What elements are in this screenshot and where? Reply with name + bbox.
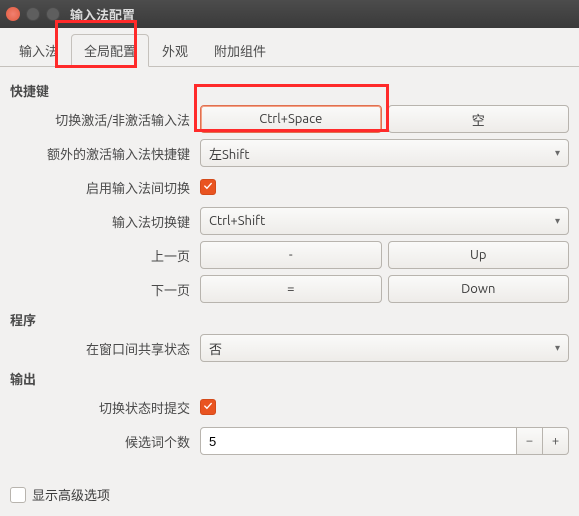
tab-addons[interactable]: 附加组件 (201, 34, 279, 66)
candidate-num-input[interactable] (200, 427, 517, 455)
commit-switch-checkbox[interactable] (200, 399, 216, 415)
extra-key-combo[interactable]: 左Shift (200, 139, 569, 167)
label-commit-switch: 切换状态时提交 (10, 398, 200, 417)
trigger-empty-button[interactable]: 空 (388, 105, 570, 133)
enable-switch-checkbox[interactable] (200, 179, 216, 195)
switch-key-combo[interactable]: Ctrl+Shift (200, 207, 569, 235)
close-icon[interactable] (6, 7, 20, 21)
label-share-state: 在窗口间共享状态 (10, 339, 200, 358)
label-candidate-num: 候选词个数 (10, 432, 200, 451)
label-prev-page: 上一页 (10, 246, 200, 265)
spin-minus-button[interactable]: − (517, 427, 543, 455)
maximize-icon[interactable] (46, 7, 60, 21)
label-show-advanced: 显示高级选项 (32, 485, 110, 504)
candidate-num-spinbox: − + (200, 427, 569, 455)
label-extra-key: 额外的激活输入法快捷键 (10, 144, 200, 163)
prev-up-button[interactable]: Up (388, 241, 570, 269)
section-program: 程序 (10, 310, 569, 329)
show-advanced-checkbox[interactable] (10, 487, 26, 503)
label-switch-key: 输入法切换键 (10, 212, 200, 231)
next-key-button[interactable]: = (200, 275, 382, 303)
label-trigger: 切换激活/非激活输入法 (10, 110, 200, 129)
minimize-icon[interactable] (26, 7, 40, 21)
tab-appearance[interactable]: 外观 (149, 34, 201, 66)
spin-plus-button[interactable]: + (543, 427, 569, 455)
section-output: 输出 (10, 369, 569, 388)
tab-global-config[interactable]: 全局配置 (71, 34, 149, 67)
window-title: 输入法配置 (70, 5, 135, 24)
trigger-key-button[interactable]: Ctrl+Space (200, 105, 382, 133)
bottom-bar: 显示高级选项 (10, 485, 110, 504)
share-state-combo[interactable]: 否 (200, 334, 569, 362)
label-enable-switch: 启用输入法间切换 (10, 178, 200, 197)
section-hotkey: 快捷键 (10, 81, 569, 100)
next-down-button[interactable]: Down (388, 275, 570, 303)
tabbar: 输入法 全局配置 外观 附加组件 (0, 28, 579, 67)
tab-input-method[interactable]: 输入法 (6, 34, 71, 66)
titlebar: 输入法配置 (0, 0, 579, 28)
prev-key-button[interactable]: - (200, 241, 382, 269)
label-next-page: 下一页 (10, 280, 200, 299)
